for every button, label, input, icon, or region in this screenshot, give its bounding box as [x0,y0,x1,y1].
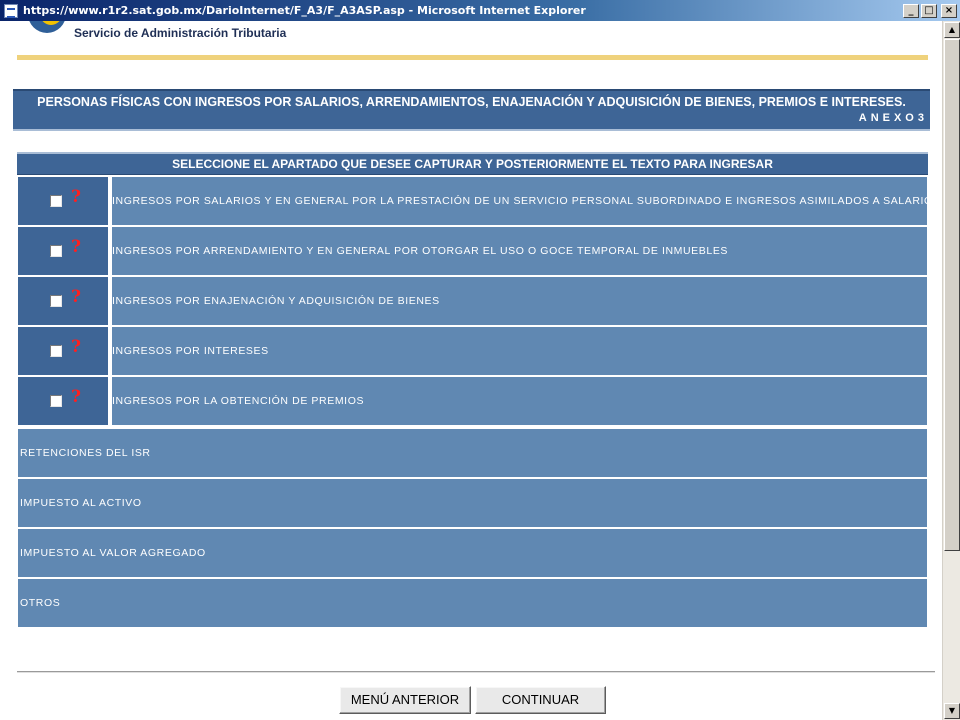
page-content: Servicio de Administración Tributaria PE… [0,21,941,720]
org-name: Servicio de Administración Tributaria [74,26,287,40]
section-row-label[interactable]: INGRESOS POR ENAJENACIÓN Y ADQUISICIÓN D… [112,277,927,325]
minimize-button[interactable]: _ [903,3,919,18]
help-icon[interactable]: ? [71,389,81,406]
section-checkbox[interactable] [50,395,62,407]
section-row: ? INGRESOS POR ENAJENACIÓN Y ADQUISICIÓN … [18,277,927,325]
page-title: PERSONAS FÍSICAS CON INGRESOS POR SALARI… [37,95,906,109]
section-row: ? INGRESOS POR LA OBTENCIÓN DE PREMIOS [18,377,927,425]
section-row: ? INGRESOS POR ARRENDAMIENTO Y EN GENERAL… [18,227,927,275]
section-checkbox[interactable] [50,295,62,307]
section-row-label[interactable]: INGRESOS POR INTERESES [112,327,927,375]
tax-row: RETENCIONES DEL ISR [18,429,927,477]
scroll-down-icon[interactable]: ▼ [944,703,960,719]
section-row-label[interactable]: INGRESOS POR LA OBTENCIÓN DE PREMIOS [112,377,927,425]
window-controls: _ □ × [903,3,957,18]
gold-divider [17,55,928,60]
vertical-scrollbar[interactable]: ▲ ▼ [942,21,960,720]
scroll-thumb[interactable] [944,39,960,551]
section-checkbox[interactable] [50,195,62,207]
section-row-label[interactable]: INGRESOS POR SALARIOS Y EN GENERAL POR L… [112,177,927,225]
tax-row-label[interactable]: IMPUESTO AL VALOR AGREGADO [18,529,927,577]
row-checkbox-cell: ? [18,277,110,325]
section-header-band: PERSONAS FÍSICAS CON INGRESOS POR SALARI… [13,89,930,131]
previous-menu-button[interactable]: MENÚ ANTERIOR [339,686,471,714]
row-checkbox-cell: ? [18,327,110,375]
section-row-label[interactable]: INGRESOS POR ARRENDAMIENTO Y EN GENERAL … [112,227,927,275]
continue-button[interactable]: CONTINUAR [475,686,606,714]
tax-row-label[interactable]: RETENCIONES DEL ISR [18,429,927,477]
row-checkbox-cell: ? [18,227,110,275]
close-button[interactable]: × [941,3,957,18]
maximize-button[interactable]: □ [921,3,937,18]
section-row: ? INGRESOS POR SALARIOS Y EN GENERAL POR … [18,177,927,225]
section-row: ? INGRESOS POR INTERESES [18,327,927,375]
help-icon[interactable]: ? [71,339,81,356]
instruction-header: SELECCIONE EL APARTADO QUE DESEE CAPTURA… [17,152,928,175]
tax-row-label[interactable]: OTROS [18,579,927,627]
annex-label: ANEXO3 [858,112,928,124]
bottom-divider [17,671,935,673]
row-checkbox-cell: ? [18,377,110,425]
scroll-up-icon[interactable]: ▲ [944,22,960,38]
window-title: https://www.r1r2.sat.gob.mx/DarioInterne… [23,4,586,17]
tax-row: IMPUESTO AL VALOR AGREGADO [18,529,927,577]
tax-row: IMPUESTO AL ACTIVO [18,479,927,527]
tax-row-label[interactable]: IMPUESTO AL ACTIVO [18,479,927,527]
internet-explorer-icon [4,3,18,18]
section-checkbox[interactable] [50,245,62,257]
help-icon[interactable]: ? [71,189,81,206]
help-icon[interactable]: ? [71,289,81,306]
sat-logo-mark-icon [28,21,66,33]
row-checkbox-cell: ? [18,177,110,225]
help-icon[interactable]: ? [71,239,81,256]
window-title-bar[interactable]: https://www.r1r2.sat.gob.mx/DarioInterne… [0,0,960,21]
section-checkbox[interactable] [50,345,62,357]
tax-row: OTROS [18,579,927,627]
